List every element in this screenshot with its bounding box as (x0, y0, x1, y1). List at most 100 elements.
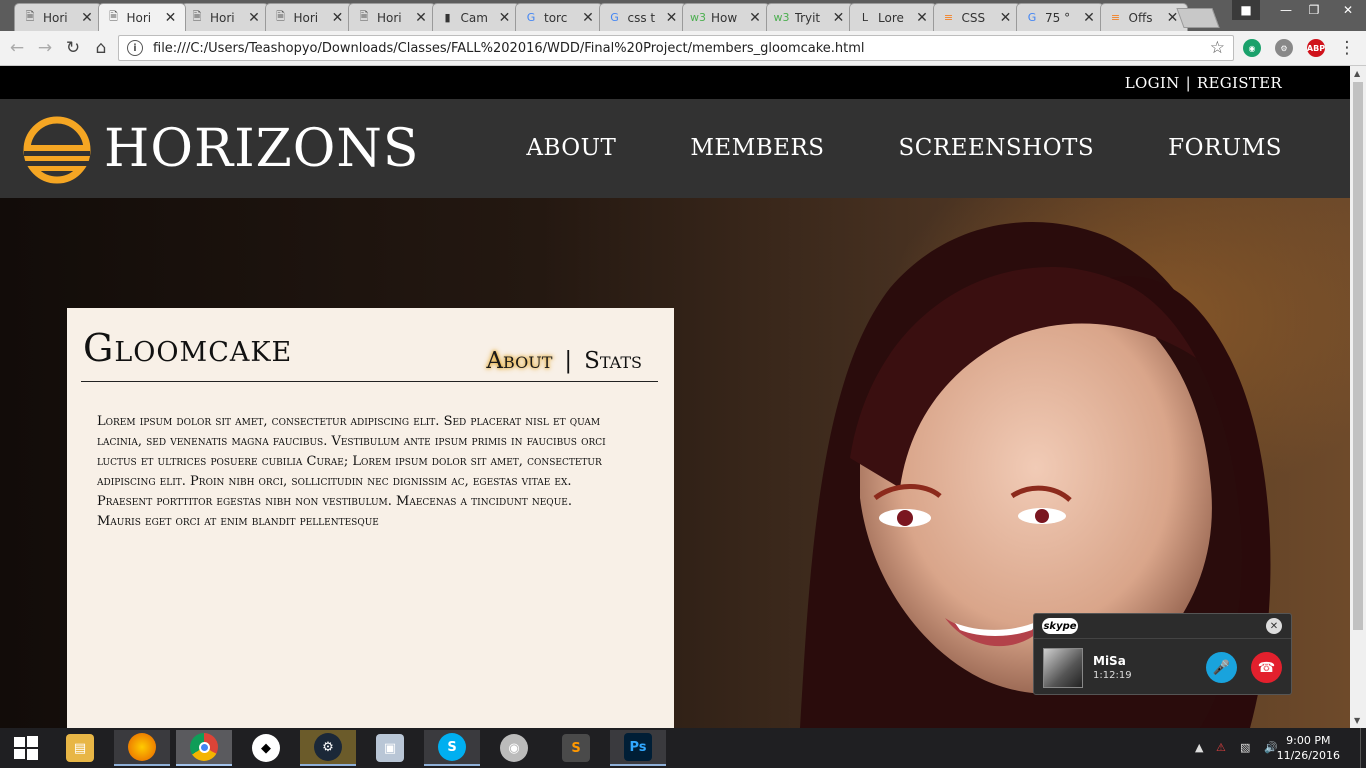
close-icon[interactable]: ✕ (1266, 618, 1282, 634)
member-name-heading: Gloomcake (83, 326, 293, 370)
brand-name[interactable]: HORIZONS (104, 119, 420, 179)
tab-close-icon[interactable]: ✕ (580, 10, 596, 26)
bookmark-star-icon[interactable]: ☆ (1210, 38, 1225, 58)
tab-label: How (711, 10, 738, 25)
tab-close-icon[interactable]: ✕ (664, 10, 680, 26)
tab-close-icon[interactable]: ✕ (747, 10, 763, 26)
browser-tab[interactable]: 🗎 Hori ✕ (97, 3, 186, 31)
tab-close-icon[interactable]: ✕ (497, 10, 513, 26)
taskbar-photoshop[interactable]: Ps (610, 730, 666, 766)
taskbar-firefox[interactable] (114, 730, 170, 766)
firefox-icon (128, 733, 156, 761)
tab-close-icon[interactable]: ✕ (330, 10, 346, 26)
tray-alert-icon[interactable]: ⚠ (1216, 741, 1226, 754)
network-icon[interactable]: ▧ (1240, 741, 1250, 754)
browser-tab[interactable]: ≡ CSS ✕ (932, 3, 1021, 31)
browser-tab[interactable]: G 75 ° ✕ (1016, 3, 1104, 31)
eye-extension-icon[interactable]: ◉ (1243, 39, 1261, 57)
browser-tab[interactable]: ▮ Cam ✕ (431, 3, 520, 31)
browser-tab[interactable]: 🗎 Hori ✕ (14, 3, 102, 31)
taskbar-sublime[interactable]: S (548, 730, 604, 766)
caller-avatar (1043, 648, 1083, 688)
browser-toolbar: ← → ↻ ⌂ i file:///C:/Users/Teashopyo/Dow… (0, 31, 1366, 66)
gear-extension-icon[interactable]: ⚙ (1275, 39, 1293, 57)
browser-tab[interactable]: L Lore ✕ (849, 3, 937, 31)
horizons-logo-icon[interactable] (22, 115, 92, 185)
tab-close-icon[interactable]: ✕ (914, 10, 930, 26)
tab-close-icon[interactable]: ✕ (246, 10, 262, 26)
browser-tab[interactable]: w3 Tryit ✕ (765, 3, 854, 31)
tab-close-icon[interactable]: ✕ (413, 10, 429, 26)
nav-screenshots[interactable]: SCREENSHOTS (899, 135, 1095, 161)
system-clock[interactable]: 9:00 PM 11/26/2016 (1277, 733, 1340, 763)
register-link[interactable]: REGISTER (1197, 74, 1282, 92)
taskbar-file-explorer[interactable]: ▤ (52, 730, 108, 766)
nav-members[interactable]: MEMBERS (690, 135, 824, 161)
adblock-icon[interactable]: ABP (1307, 39, 1325, 57)
file-explorer-icon: ▤ (66, 734, 94, 762)
home-icon[interactable]: ⌂ (90, 37, 112, 59)
menu-icon[interactable]: ⋮ (1336, 37, 1358, 59)
taskbar-chrome[interactable] (176, 730, 232, 766)
skype-call-widget: skype ✕ MiSa 1:12:19 🎤 ☎ (1033, 613, 1292, 695)
taskbar-speaker-app[interactable]: ◉ (486, 730, 542, 766)
tray-expand-icon[interactable]: ▲ (1195, 741, 1203, 754)
tab-label: torc (544, 10, 568, 25)
hang-up-icon[interactable]: ☎ (1251, 652, 1282, 683)
tab-close-icon[interactable]: ✕ (831, 10, 847, 26)
tab-label: CSS (961, 10, 986, 25)
nav-forums[interactable]: FORUMS (1168, 135, 1282, 161)
page-scrollbar[interactable]: ▲ ▼ (1350, 66, 1366, 728)
browser-tabstrip: 🗎 Hori ✕ 🗎 Hori ✕ 🗎 Hori ✕ 🗎 Hori ✕ 🗎 Hori ✕ ▮ Cam ✕ Gtorc… (0, 0, 1366, 31)
steam-icon: ⚙ (314, 733, 342, 761)
browser-tab[interactable]: Gcss t ✕ (598, 3, 687, 31)
tab-close-icon[interactable]: ✕ (998, 10, 1014, 26)
browser-tab[interactable]: 🗎 Hori ✕ (348, 3, 436, 31)
show-desktop-button[interactable] (1360, 728, 1366, 768)
browser-tab[interactable]: 🗎 Hori ✕ (181, 3, 269, 31)
account-bar: LOGIN | REGISTER (0, 66, 1350, 99)
tab-label: Hori (293, 10, 319, 25)
taskbar-window[interactable]: ▣ (362, 730, 418, 766)
back-icon[interactable]: ← (6, 37, 28, 59)
w3schools-icon: w3 (773, 11, 790, 24)
forward-icon[interactable]: → (34, 37, 56, 59)
scrollbar-thumb[interactable] (1353, 82, 1363, 630)
page-icon: 🗎 (192, 10, 202, 23)
tab-close-icon[interactable]: ✕ (163, 10, 179, 26)
address-bar[interactable]: i file:///C:/Users/Teashopyo/Downloads/C… (118, 35, 1234, 61)
tab-close-icon[interactable]: ✕ (1081, 10, 1097, 26)
stackoverflow-icon: ≡ (1110, 11, 1121, 24)
browser-tab[interactable]: 🗎 Hori ✕ (264, 3, 353, 31)
taskbar-foobar[interactable]: ◆ (238, 730, 294, 766)
scroll-down-icon[interactable]: ▼ (1354, 716, 1360, 725)
taskbar-steam[interactable]: ⚙ (300, 730, 356, 766)
profile-icon[interactable]: ■ (1232, 0, 1260, 20)
mute-microphone-icon[interactable]: 🎤 (1206, 652, 1237, 683)
tab-stats[interactable]: Stats (584, 348, 642, 374)
login-link[interactable]: LOGIN (1125, 74, 1180, 92)
tab-about[interactable]: About (486, 348, 552, 374)
windows-logo-icon (14, 736, 38, 760)
url-text[interactable]: file:///C:/Users/Teashopyo/Downloads/Cla… (153, 41, 1210, 56)
clock-time: 9:00 PM (1286, 734, 1331, 747)
browser-tab[interactable]: w3 How ✕ (682, 3, 770, 31)
tab-label: 75 ° (1045, 10, 1071, 25)
browser-tab[interactable]: ≡ Offs ✕ (1099, 3, 1188, 31)
nav-about[interactable]: ABOUT (526, 135, 616, 161)
tab-label: Hori (210, 10, 235, 25)
tab-label: Cam (460, 10, 488, 25)
minimize-button[interactable]: — (1272, 0, 1300, 20)
photoshop-label: Ps (629, 739, 647, 755)
new-tab-button[interactable] (1176, 8, 1220, 28)
call-duration: 1:12:19 (1093, 670, 1132, 681)
browser-tab[interactable]: Gtorc ✕ (515, 3, 603, 31)
scroll-up-icon[interactable]: ▲ (1354, 69, 1360, 78)
start-button[interactable] (0, 728, 52, 768)
tab-close-icon[interactable]: ✕ (79, 10, 95, 26)
restore-button[interactable]: ❐ (1300, 0, 1328, 20)
taskbar-skype[interactable]: S (424, 730, 480, 766)
info-icon[interactable]: i (127, 40, 143, 56)
close-window-button[interactable]: ✕ (1330, 0, 1366, 20)
reload-icon[interactable]: ↻ (62, 37, 84, 59)
